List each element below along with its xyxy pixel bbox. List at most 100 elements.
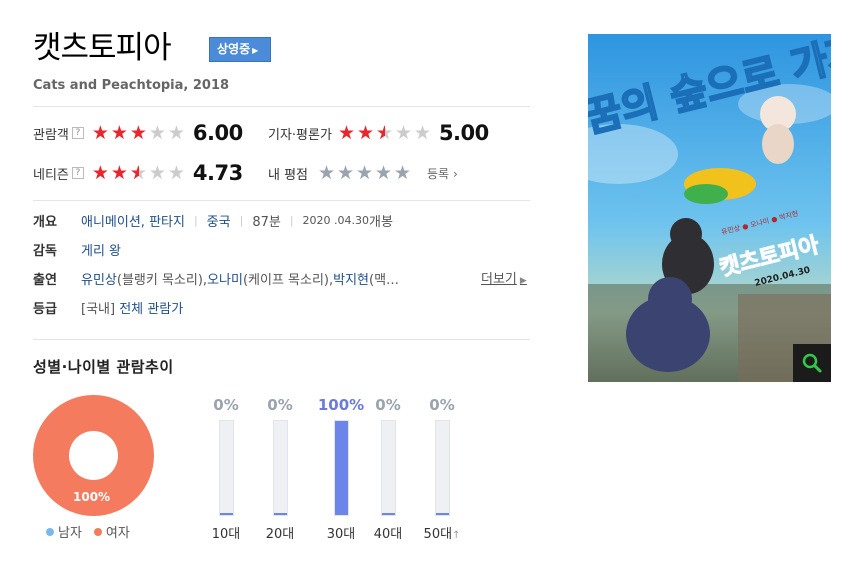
star-half-icon: ★	[376, 123, 395, 143]
female-percentage: 100%	[73, 490, 111, 504]
star-icon[interactable]: ★	[318, 163, 337, 183]
star-icon: ★	[413, 121, 431, 144]
cast-row: 출연 유민상 (블랭키 목소리), 오나미 (케이프 목소리), 박지현 (맥…	[33, 267, 399, 289]
gender-legend: 남자 여자	[46, 522, 130, 541]
female-dot-icon	[93, 527, 102, 536]
help-icon[interactable]: ?	[71, 167, 84, 179]
grade-link[interactable]: 전체 관람가	[119, 298, 183, 317]
separator: |	[239, 213, 244, 227]
netizen-stars: ★ ★ ★ ★ ★	[91, 161, 187, 184]
age-bar-fill	[273, 513, 287, 515]
age-label-50s: 50대↑	[412, 523, 472, 542]
my-rating-label: 내 평점	[268, 167, 309, 183]
audience-stars: ★ ★ ★ ★ ★	[92, 121, 187, 144]
cast-link[interactable]: 유민상	[81, 269, 117, 288]
overview-row: 개요 애니메이션, 판타지 | 중국 | 87분 | 2020 .04.30 개봉	[33, 209, 393, 231]
badge-label: 상영중	[217, 42, 251, 56]
netizen-score: 4.73	[192, 161, 243, 185]
poster-headline: 꿈의 숲으로 가자	[588, 34, 831, 143]
donut-hole	[69, 431, 118, 480]
star-icon: ★	[148, 161, 166, 184]
release-suffix: 개봉	[369, 214, 393, 230]
now-showing-badge[interactable]: 상영중 ▶	[209, 37, 271, 62]
divider	[33, 200, 530, 201]
register-rating-link[interactable]: 등록 ›	[427, 165, 458, 182]
my-rating-stars[interactable]: ★ ★ ★ ★ ★	[318, 163, 413, 183]
star-icon: ★	[394, 121, 412, 144]
star-icon[interactable]: ★	[375, 163, 394, 183]
runtime: 87분	[252, 214, 281, 230]
more-cast-link[interactable]: 더보기 ▶	[481, 268, 527, 287]
star-icon: ★	[167, 121, 185, 144]
star-icon: ★	[148, 121, 166, 144]
country-link[interactable]: 중국	[207, 211, 231, 230]
age-label: 20대	[265, 527, 295, 542]
critic-stars: ★ ★ ★ ★ ★	[337, 121, 433, 144]
director-label: 감독	[33, 243, 57, 259]
age-label: 50대	[423, 527, 453, 542]
age-column-20s: 0% 20대	[250, 396, 310, 542]
director-row: 감독 게리 왕	[33, 238, 121, 260]
divider	[33, 339, 530, 340]
search-icon	[802, 353, 822, 373]
legend-male: 남자	[58, 526, 82, 541]
star-icon: ★	[356, 121, 374, 144]
netizen-rating-label: 네티즌	[33, 167, 69, 183]
chevron-right-icon: ▶	[519, 276, 527, 286]
star-icon[interactable]: ★	[394, 163, 413, 183]
audience-score: 6.00	[192, 121, 243, 145]
star-icon: ★	[110, 161, 128, 184]
grade-label: 등급	[33, 301, 57, 317]
age-bar-track	[272, 420, 288, 516]
legend-female: 여자	[105, 526, 130, 541]
age-label: 40대	[373, 527, 403, 542]
star-icon: ★	[167, 161, 185, 184]
chevron-right-icon: ▶	[252, 46, 259, 55]
critic-score: 5.00	[438, 121, 489, 145]
age-column-50s: 0% 50대↑	[412, 396, 472, 542]
director-link[interactable]: 게리 왕	[81, 240, 121, 259]
release-date-link[interactable]: 2020 .04.30	[303, 214, 369, 227]
age-pct: 0%	[213, 396, 239, 414]
cast-link[interactable]: 오나미	[207, 269, 243, 288]
age-bar-track	[434, 420, 450, 516]
star-icon[interactable]: ★	[337, 163, 356, 183]
movie-poster[interactable]: 꿈의 숲으로 가자 캣츠토피아 유민상 ● 오나미 ● 박지현 2020.04.…	[588, 34, 831, 382]
overview-label: 개요	[33, 214, 57, 230]
poster-cast-text: 유민상 ● 오나미 ● 박지현	[720, 209, 799, 237]
register-label: 등록	[427, 166, 450, 181]
separator: |	[193, 213, 198, 227]
help-icon[interactable]: ?	[71, 127, 84, 139]
poster-art: 꿈의 숲으로 가자 캣츠토피아 유민상 ● 오나미 ● 박지현 2020.04.…	[588, 34, 831, 382]
cast-role: (블랭키 목소리),	[116, 272, 208, 288]
age-pct: 0%	[429, 396, 455, 414]
my-rating: 내 평점 ★ ★ ★ ★ ★ 등록 ›	[268, 161, 458, 185]
more-label: 더보기	[481, 272, 517, 287]
demographics-title: 성별·나이별 관람추이	[33, 358, 174, 376]
star-icon: ★	[337, 121, 355, 144]
poster-title-group: 캣츠토피아 유민상 ● 오나미 ● 박지현 2020.04.30	[717, 209, 823, 289]
star-icon: ★	[91, 161, 109, 184]
critic-rating: 기자·평론가 ★ ★ ★ ★ ★ 5.00	[268, 121, 489, 145]
age-bar-track	[380, 420, 396, 516]
separator: |	[289, 213, 294, 227]
zoom-button[interactable]	[793, 344, 831, 382]
star-icon[interactable]: ★	[356, 163, 375, 183]
audience-rating-label: 관람객	[33, 127, 69, 143]
critic-rating-label: 기자·평론가	[268, 127, 332, 143]
chevron-right-icon: ›	[452, 166, 458, 181]
headline-text: 꿈의 숲으로 가자	[588, 34, 831, 142]
star-half-icon: ★	[130, 163, 149, 183]
cast-label: 출연	[33, 272, 57, 288]
male-dot-icon	[46, 527, 54, 536]
star-icon: ★	[110, 121, 128, 144]
grade-region: [국내]	[81, 301, 116, 317]
audience-rating: 관람객 ? ★ ★ ★ ★ ★ 6.00	[33, 121, 243, 145]
cast-link[interactable]: 박지현	[333, 269, 369, 288]
star-icon: ★	[129, 121, 147, 144]
grade-row: 등급 [국내] 전체 관람가	[33, 296, 183, 318]
age-bar-fill	[381, 513, 395, 515]
genre-link[interactable]: 애니메이션, 판타지	[81, 211, 185, 230]
netizen-rating: 네티즌 ? ★ ★ ★ ★ ★ 4.73	[33, 161, 243, 185]
cast-role: (케이프 목소리),	[242, 272, 334, 288]
